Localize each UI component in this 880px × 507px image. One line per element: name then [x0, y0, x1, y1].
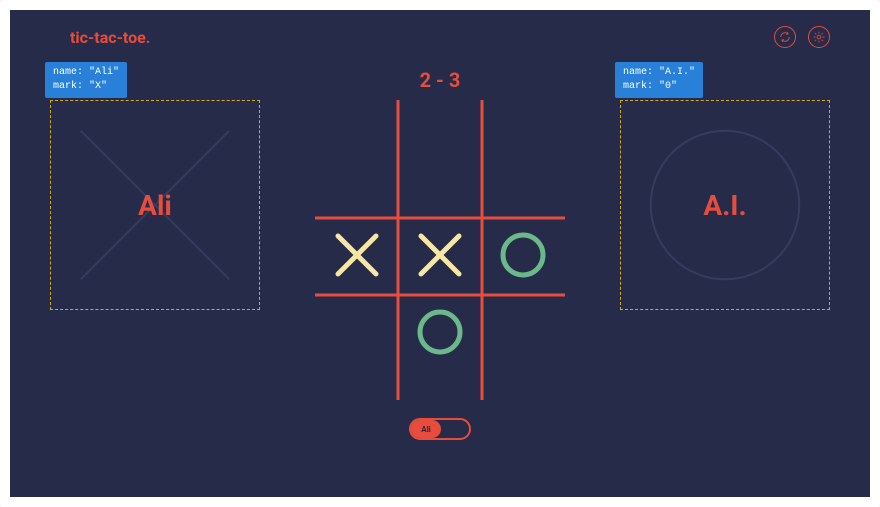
header-actions: [774, 26, 830, 48]
player-left-panel: name: "Ali" mark: "X" Ali: [50, 100, 260, 310]
cell-2[interactable]: [482, 140, 565, 217]
player-left-tooltip: name: "Ali" mark: "X": [45, 62, 127, 98]
player-left-name: Ali: [138, 189, 172, 222]
tooltip-line: name: "A.I.": [623, 66, 695, 80]
tooltip-line: name: "Ali": [53, 66, 119, 80]
player-right-panel: name: "A.I." mark: "0" A.I.: [620, 100, 830, 310]
cell-6[interactable]: [315, 293, 398, 370]
tooltip-line: mark: "0": [623, 80, 695, 94]
turn-toggle[interactable]: Ali: [409, 418, 471, 440]
tooltip-line: mark: "X": [53, 80, 119, 94]
o-mark-icon: [413, 305, 467, 359]
game-board: [315, 100, 565, 400]
x-mark-icon: [330, 228, 384, 282]
cell-1[interactable]: [398, 140, 481, 217]
header: tic-tac-toe.: [10, 10, 870, 58]
score-display: 2 - 3: [10, 68, 870, 92]
turn-indicator: Ali: [409, 418, 471, 440]
cell-0[interactable]: [315, 140, 398, 217]
player-right-tooltip: name: "A.I." mark: "0": [615, 62, 703, 98]
cell-8[interactable]: [482, 293, 565, 370]
app-container: tic-tac-toe. 2 - 3: [10, 10, 870, 497]
cell-7[interactable]: [398, 293, 481, 370]
refresh-icon: [779, 31, 791, 43]
cell-4[interactable]: [398, 217, 481, 294]
settings-button[interactable]: [808, 26, 830, 48]
app-title: tic-tac-toe.: [70, 28, 150, 47]
refresh-button[interactable]: [774, 26, 796, 48]
cell-3[interactable]: [315, 217, 398, 294]
turn-knob: Ali: [411, 420, 441, 438]
cells-grid: [315, 140, 565, 370]
main-area: name: "Ali" mark: "X" Ali: [10, 100, 870, 440]
board-wrap: Ali: [315, 100, 565, 440]
player-left-box[interactable]: Ali: [50, 100, 260, 310]
o-mark-icon: [496, 228, 550, 282]
gear-icon: [813, 31, 825, 43]
x-mark-icon: [413, 228, 467, 282]
cell-5[interactable]: [482, 217, 565, 294]
player-right-box[interactable]: A.I.: [620, 100, 830, 310]
player-right-name: A.I.: [703, 189, 746, 222]
